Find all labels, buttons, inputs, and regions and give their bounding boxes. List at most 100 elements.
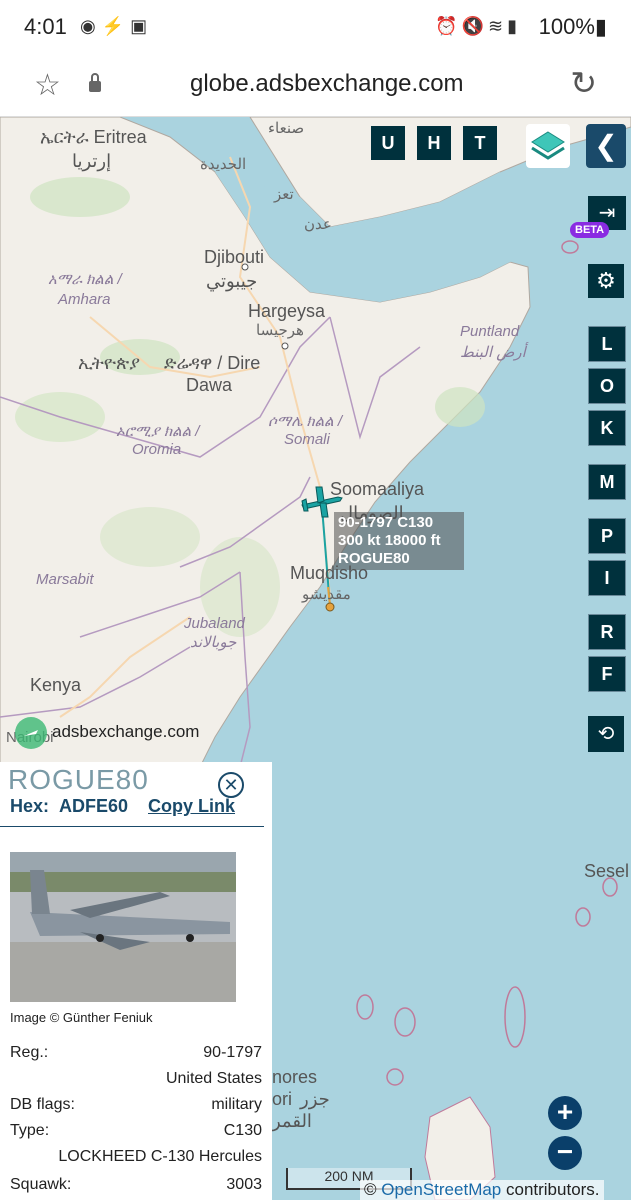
toggle-o-button[interactable]: O xyxy=(588,368,626,404)
map-label-kenya: Kenya xyxy=(30,675,82,695)
toggle-u-button[interactable]: U xyxy=(371,126,405,160)
layers-button[interactable] xyxy=(526,124,570,168)
toggle-f-button[interactable]: F xyxy=(588,656,626,692)
zoom-in-button[interactable]: + xyxy=(548,1096,582,1130)
plus-icon: + xyxy=(556,1096,574,1127)
map-label-puntland: Puntland xyxy=(460,323,520,340)
copy-link[interactable]: Copy Link xyxy=(148,796,235,817)
squawk-label: Squawk: xyxy=(10,1176,72,1193)
osm-link[interactable]: OpenStreetMap xyxy=(381,1180,501,1199)
map-label-hudaydah: الحديدة xyxy=(200,156,247,173)
type-value: C130 xyxy=(223,1122,262,1139)
url-text[interactable]: globe.adsbexchange.com xyxy=(190,70,464,98)
login-icon: ⇥ xyxy=(598,202,616,224)
map-label-comoros-ar-2: القمر xyxy=(272,1111,312,1131)
replay-icon: ⟲ xyxy=(597,723,615,745)
signal-icon: ▮ xyxy=(507,16,521,36)
reg-label: Reg.: xyxy=(10,1044,49,1061)
toggle-l-button[interactable]: L xyxy=(588,326,626,362)
callsign: ROGUE80 xyxy=(8,764,149,795)
beta-badge: BETA xyxy=(570,222,610,238)
db-flags-label: DB flags: xyxy=(10,1096,75,1113)
adsbexchange-logo-icon xyxy=(15,717,47,749)
layers-icon xyxy=(531,131,565,160)
wifi-icon: ≋ xyxy=(488,16,508,36)
lock-icon[interactable] xyxy=(88,72,102,94)
type-label: Type: xyxy=(10,1122,50,1139)
replay-button[interactable]: ⟲ xyxy=(588,716,624,752)
battery-icon: ▮ xyxy=(594,14,607,39)
map-label-ethiopia: ኢትዮጵያ xyxy=(78,353,141,373)
map-label-oromia: ኦሮሚያ ክልል / xyxy=(116,423,200,440)
squawk-value: 3003 xyxy=(226,1176,262,1193)
map-label-jubaland-ar: جوبالاند xyxy=(190,634,237,651)
battery-level: 100%▮ xyxy=(538,14,607,39)
aircraft-label-line2: 300 kt 18000 ft xyxy=(338,532,441,549)
map-label-muqdisho-ar: مقديشو xyxy=(302,586,351,603)
minus-icon: − xyxy=(556,1136,574,1167)
close-icon: ✕ xyxy=(223,775,239,795)
type-description: LOCKHEED C-130 Hercules xyxy=(58,1148,262,1165)
panel-divider xyxy=(0,826,264,827)
map-label-comoros: nores xyxy=(272,1067,318,1087)
map-label-hargeysa: Hargeysa xyxy=(248,301,326,321)
map-label-somali-region: ሶማሌ ክልል / xyxy=(268,413,343,430)
bookmark-star-icon[interactable]: ☆ xyxy=(34,68,61,103)
toggle-k-button[interactable]: K xyxy=(588,410,626,446)
map-label-comoros-fr: ori xyxy=(272,1089,293,1109)
map-label-aden: عدن xyxy=(304,216,332,233)
map-label-puntland-ar: أرض البنط xyxy=(460,344,526,361)
map-attribution: © OpenStreetMap contributors. xyxy=(360,1180,604,1200)
map-label-soomaaliya: Soomaaliya xyxy=(330,479,425,499)
clock: 4:01 xyxy=(24,14,67,39)
image-icon: ▣ xyxy=(130,16,154,36)
hex-row: Hex: ADFE60 xyxy=(10,796,128,817)
aircraft-photo[interactable] xyxy=(10,852,236,1002)
map-label-djibouti: Djibouti xyxy=(204,247,265,267)
reload-icon[interactable]: ↻ xyxy=(570,64,597,102)
browser-url-bar: ☆ globe.adsbexchange.com ↻ xyxy=(0,58,631,117)
site-name[interactable]: adsbexchange.com xyxy=(52,722,199,742)
map-label-taiz: تعز xyxy=(274,186,294,203)
map-label-somali-region-en: Somali xyxy=(284,431,330,448)
reg-value: 90-1797 xyxy=(203,1044,262,1061)
toggle-p-button[interactable]: P xyxy=(588,518,626,554)
aircraft-info-panel: ROGUE80 ✕ Hex: ADFE60 Copy Link Image © G… xyxy=(0,762,272,1200)
settings-button[interactable]: ⚙ xyxy=(588,264,624,298)
zoom-out-button[interactable]: − xyxy=(548,1136,582,1170)
aircraft-label-line1: 90-1797 C130 xyxy=(338,514,434,531)
alarm-icon: ⏰ xyxy=(435,16,462,36)
map-label-eritrea: ኤርትራ Eritrea xyxy=(40,127,147,147)
toggle-t-button[interactable]: T xyxy=(463,126,497,160)
aircraft-label-line3: ROGUE80 xyxy=(338,550,410,567)
toggle-i-button[interactable]: I xyxy=(588,560,626,596)
gear-icon: ⚙ xyxy=(596,268,616,293)
close-panel-button[interactable]: ✕ xyxy=(218,772,244,798)
collapse-sidebar-button[interactable]: ❮ xyxy=(586,124,626,168)
notification-icons: ◉⚡▣ xyxy=(80,16,153,37)
map-label-eritrea-ar: إرتريا xyxy=(72,151,112,171)
aircraft-label[interactable]: 90-1797 C130 300 kt 18000 ft ROGUE80 xyxy=(334,512,464,570)
map-label-jubaland: Jubaland xyxy=(184,615,245,632)
toggle-r-button[interactable]: R xyxy=(588,614,626,650)
plug-icon: ⚡ xyxy=(101,16,131,36)
mute-icon: 🔇 xyxy=(461,16,488,36)
map-label-comoros-ar: جزر xyxy=(300,1089,330,1109)
hex-label: Hex: xyxy=(10,796,50,816)
map-label-hargeysa-ar: هرجيسا xyxy=(256,322,304,339)
toggle-m-button[interactable]: M xyxy=(588,464,626,500)
map-label-djibouti-ar: جيبوتي xyxy=(206,271,258,291)
location-icon: ◉ xyxy=(80,16,102,36)
hex-value: ADFE60 xyxy=(59,796,129,816)
map-label-amhara: አማራ ክልል / xyxy=(48,271,122,288)
map-label-diredawa-2: Dawa xyxy=(186,375,233,395)
map-label-marsabit: Marsabit xyxy=(36,571,94,588)
status-bar: 4:01 ◉⚡▣ ⏰🔇≋▮ 100%▮ xyxy=(0,0,631,58)
country-value: United States xyxy=(165,1070,262,1087)
photo-credit: Image © Günther Feniuk xyxy=(10,1010,153,1025)
map-label-amhara-en: Amhara xyxy=(58,291,111,308)
db-flags-value: military xyxy=(211,1096,262,1113)
toggle-h-button[interactable]: H xyxy=(417,126,451,160)
map-label-oromia-en: Oromia xyxy=(132,441,182,458)
map-label-seychelles: Sesel xyxy=(584,861,630,881)
